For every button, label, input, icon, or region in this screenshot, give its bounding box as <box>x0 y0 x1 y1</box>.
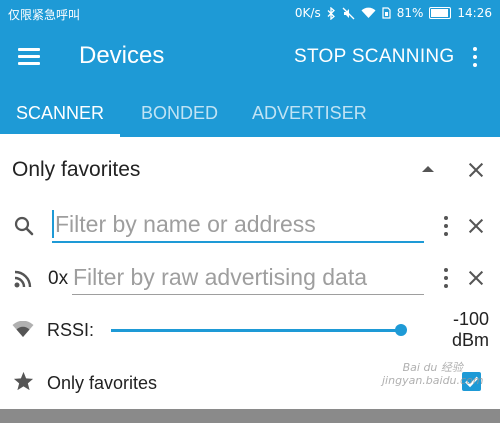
rssi-value: -100 dBm <box>452 309 489 351</box>
carrier-text: 仅限紧急呼叫 <box>8 8 81 22</box>
rssi-label: RSSI: <box>47 320 95 340</box>
clear-name-filter-icon[interactable] <box>468 218 484 234</box>
battery-icon <box>429 7 452 19</box>
device-list-background <box>0 409 500 423</box>
name-filter-underline <box>52 241 424 243</box>
watermark-line2: jingyan.baidu.com <box>382 374 484 387</box>
tab-bar: SCANNER BONDED ADVERTISER <box>0 86 500 137</box>
battery-percent: 81% <box>396 6 424 20</box>
mute-icon <box>342 7 355 19</box>
watermark-line1: Bai du 经验 <box>402 361 463 374</box>
stop-scanning-button[interactable]: STOP SCANNING <box>294 46 455 68</box>
app-bar: 仅限紧急呼叫 0K/s 81% 14:26 Devices STOP SCANN… <box>0 0 500 137</box>
collapse-icon[interactable] <box>422 166 434 172</box>
tab-scanner[interactable]: SCANNER <box>16 103 104 124</box>
search-icon <box>14 216 34 236</box>
raw-filter-input[interactable]: Filter by raw advertising data <box>73 264 367 291</box>
sim-icon <box>382 7 391 19</box>
network-speed: 0K/s <box>294 6 321 20</box>
page-title: Devices <box>79 42 165 69</box>
clear-raw-filter-icon[interactable] <box>468 270 484 286</box>
raw-filter-underline <box>72 294 424 295</box>
name-filter-input[interactable]: Filter by name or address <box>55 211 316 238</box>
bluetooth-icon <box>327 6 335 20</box>
raw-filter-options-icon[interactable] <box>443 268 449 288</box>
tab-bonded[interactable]: BONDED <box>141 103 218 124</box>
status-bar: 仅限紧急呼叫 0K/s 81% 14:26 <box>0 0 500 28</box>
rssi-slider-track[interactable] <box>111 329 401 332</box>
toolbar: Devices STOP SCANNING <box>0 28 500 86</box>
hex-prefix: 0x <box>48 268 69 289</box>
more-vert-icon[interactable] <box>470 46 480 68</box>
text-cursor <box>52 210 54 238</box>
favorites-label: Only favorites <box>47 373 158 393</box>
rssi-slider-thumb[interactable] <box>395 324 407 336</box>
rssi-number: -100 <box>452 309 489 329</box>
wifi-icon <box>361 7 376 19</box>
signal-icon <box>12 321 34 337</box>
tab-advertiser[interactable]: ADVERTISER <box>252 103 367 124</box>
watermark: Bai du 经验 jingyan.baidu.com <box>382 361 484 387</box>
clock: 14:26 <box>457 6 492 20</box>
name-filter-options-icon[interactable] <box>443 216 449 236</box>
rss-feed-icon <box>14 270 32 288</box>
star-icon <box>13 371 34 391</box>
filter-panel-title[interactable]: Only favorites <box>12 158 140 182</box>
hamburger-menu-icon[interactable] <box>18 48 40 66</box>
rssi-unit: dBm <box>451 330 489 350</box>
close-icon[interactable] <box>468 162 484 178</box>
